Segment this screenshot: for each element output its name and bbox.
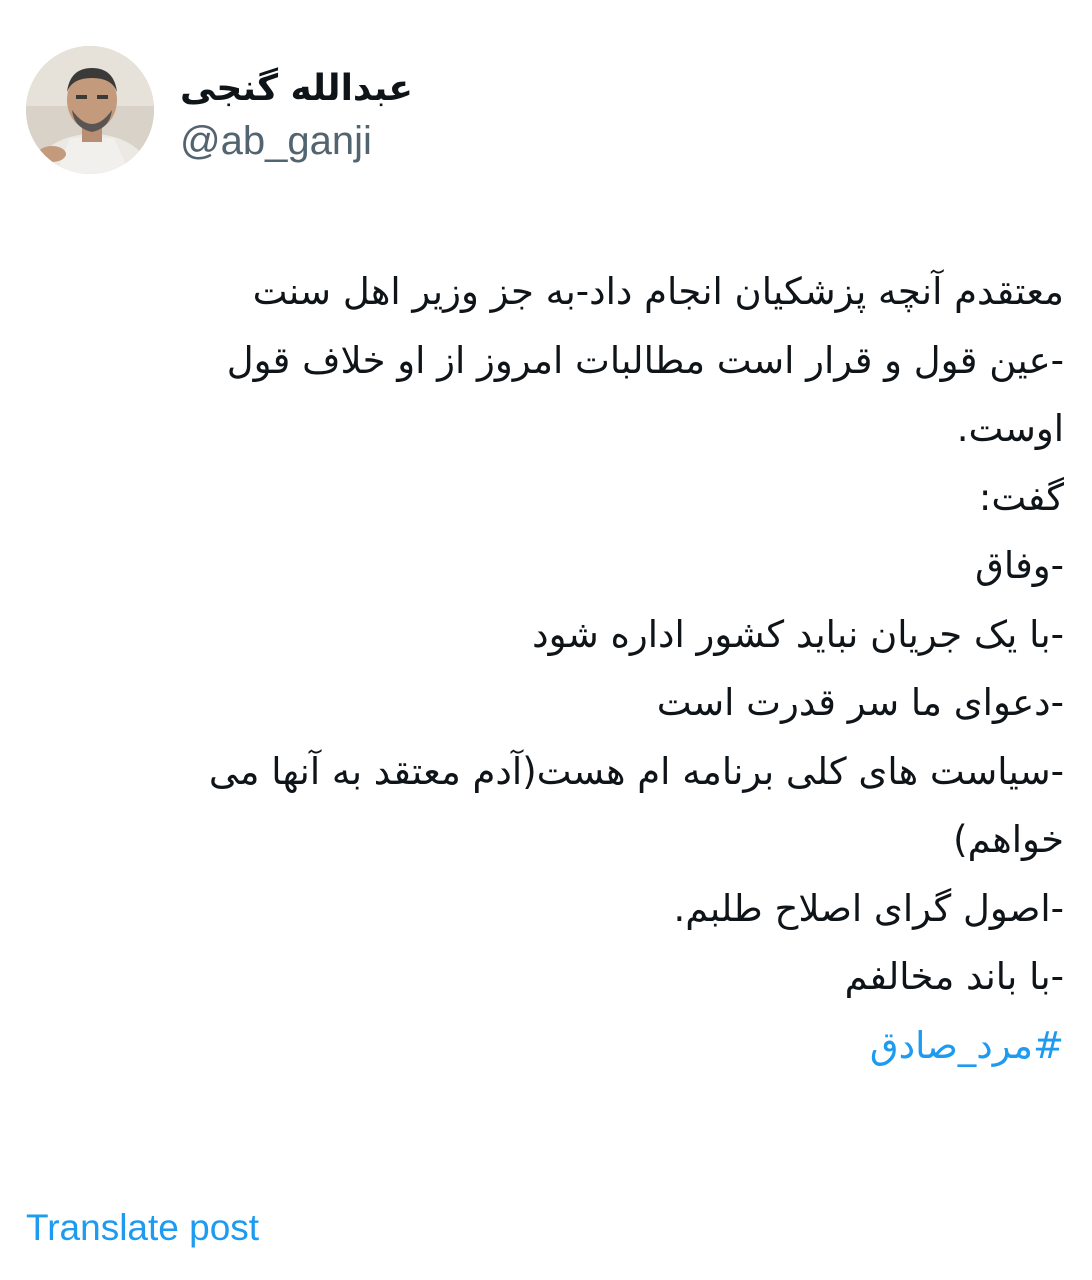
avatar[interactable] [26, 46, 154, 174]
tweet-line: -دعوای ما سر قدرت است [656, 681, 1064, 724]
tweet-line: -وفاق [975, 544, 1064, 587]
tweet-header: عبدالله گنجی @ab_ganji [26, 46, 546, 178]
tweet-line: معتقدم آنچه پزشکیان انجام داد-به جز وزیر… [252, 270, 1064, 313]
tweet-line: گفت: [978, 475, 1064, 519]
author-info: عبدالله گنجی @ab_ganji [180, 64, 540, 166]
profile-photo-icon [26, 46, 154, 174]
tweet-line: -سیاست های کلی برنامه ام هست(آدم معتقد ب… [208, 749, 1064, 793]
tweet-line: -اصول گرای اصلاح طلبم. [673, 886, 1064, 930]
tweet-line: اوست. [956, 407, 1064, 450]
tweet-text: معتقدم آنچه پزشکیان انجام داد-به جز وزیر… [20, 258, 1064, 1080]
tweet-line: -با یک جریان نباید کشور اداره شود [532, 612, 1064, 656]
author-display-name[interactable]: عبدالله گنجی [180, 64, 540, 114]
author-handle[interactable]: @ab_ganji [180, 116, 540, 166]
tweet-line: -با باند مخالفم [844, 955, 1064, 998]
hashtag-link[interactable]: #مرد_صادق [20, 1012, 1064, 1081]
translate-post-link[interactable]: Translate post [26, 1206, 259, 1250]
tweet-line: -عین قول و قرار است مطالبات امروز از او … [226, 338, 1064, 382]
tweet-line: خواهم) [953, 818, 1064, 861]
